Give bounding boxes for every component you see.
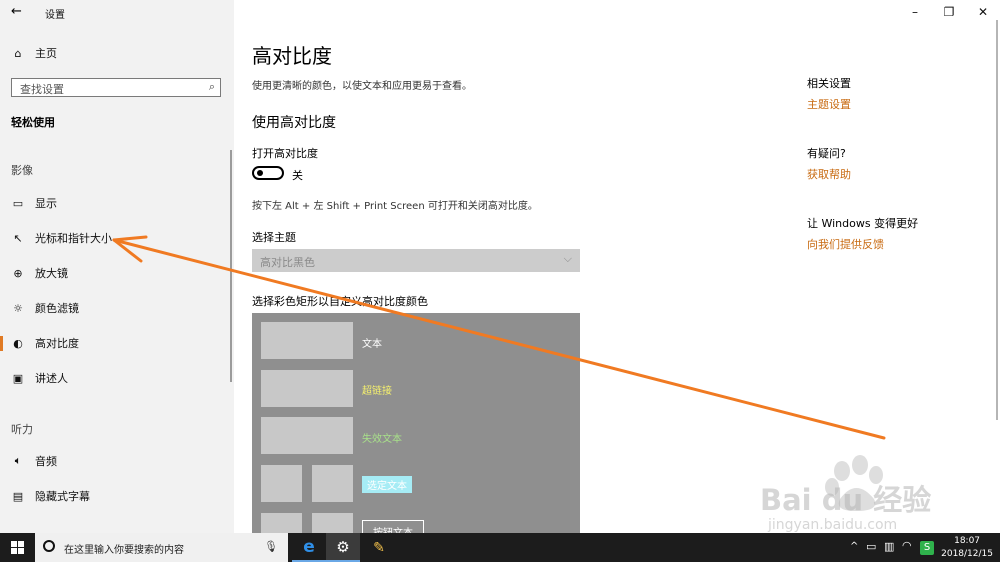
contrast-icon: ◐ — [13, 336, 23, 350]
swatch-button-fg[interactable] — [312, 513, 353, 533]
windows-start-icon[interactable] — [11, 541, 24, 554]
swatch-disabled-text[interactable] — [261, 417, 353, 454]
get-help-link[interactable]: 获取帮助 — [807, 166, 851, 182]
swatch-text[interactable] — [261, 322, 353, 359]
page-description: 使用更清晰的颜色，以使文本和应用更易于查看。 — [252, 81, 472, 92]
high-contrast-toggle[interactable] — [252, 166, 284, 180]
section-label-vision: 影像 — [11, 164, 33, 177]
microphone-icon[interactable]: 🎙︎ — [264, 540, 278, 553]
color-filter-icon: ☼ — [13, 301, 23, 315]
search-icon: ⌕ — [208, 80, 215, 93]
sidebar-item-label: 隐藏式字幕 — [35, 490, 90, 503]
palette-label: 选择彩色矩形以自定义高对比度颜色 — [252, 295, 428, 308]
taskbar: 在这里输入你要搜索的内容 🎙︎ e ⚙ ✎ ^ ▭ ▥ ◠ S 18:07 20… — [0, 533, 1000, 562]
improve-windows-title: 让 Windows 变得更好 — [807, 217, 919, 230]
feedback-link[interactable]: 向我们提供反馈 — [807, 236, 884, 252]
security-tray-icon[interactable]: S — [920, 541, 934, 555]
page-title: 高对比度 — [252, 44, 332, 68]
sidebar-item-narrator[interactable]: ▣ 讲述人 — [0, 361, 230, 395]
sidebar-item-magnifier[interactable]: ⊕ 放大镜 — [0, 256, 230, 290]
questions-title: 有疑问? — [807, 147, 846, 160]
tray-chevron-up-icon[interactable]: ^ — [850, 541, 858, 552]
sidebar-item-label: 显示 — [35, 197, 57, 210]
magnifier-icon: ⊕ — [13, 266, 23, 280]
palette-disabled-label: 失效文本 — [362, 434, 402, 445]
gear-icon: ⚙ — [336, 537, 350, 556]
home-icon: ⌂ — [14, 46, 22, 60]
swatch-selected-bg[interactable] — [261, 465, 302, 502]
swatch-hyperlink[interactable] — [261, 370, 353, 407]
toggle-state: 关 — [292, 169, 303, 182]
swatch-button-bg[interactable] — [261, 513, 302, 533]
palette-hyperlink-label: 超链接 — [362, 386, 392, 397]
sidebar-item-label: 光标和指针大小 — [35, 232, 112, 245]
section-title: 使用高对比度 — [252, 115, 336, 131]
toggle-knob — [257, 170, 263, 176]
section-label-hearing: 听力 — [11, 423, 33, 436]
wifi-icon[interactable]: ◠ — [902, 539, 912, 552]
color-palette: 文本 超链接 失效文本 选定文本 按钮文本 — [252, 313, 580, 533]
main-scrollbar[interactable] — [996, 20, 998, 420]
palette-text-label: 文本 — [362, 339, 382, 350]
clock-date: 2018/12/15 — [941, 549, 993, 559]
battery-icon[interactable]: ▭ — [866, 540, 876, 553]
restore-button[interactable]: ❐ — [932, 0, 966, 24]
cursor-icon: ↖ — [13, 231, 23, 245]
watermark-brand: Bai du 经验 — [760, 483, 932, 517]
shortcut-hint: 按下左 Alt + 左 Shift + Print Screen 可打开和关闭高… — [252, 201, 538, 212]
sidebar-item-high-contrast[interactable]: ◐ 高对比度 — [0, 326, 230, 360]
sidebar-item-label: 高对比度 — [35, 337, 79, 350]
palette-button-label: 按钮文本 — [362, 520, 424, 533]
back-arrow-icon[interactable]: ← — [11, 4, 22, 19]
captions-icon: ▤ — [12, 489, 24, 503]
sidebar-item-captions[interactable]: ▤ 隐藏式字幕 — [0, 479, 230, 513]
close-button[interactable]: ✕ — [966, 0, 1000, 24]
narrator-icon: ▣ — [12, 371, 24, 385]
sidebar-item-label: 放大镜 — [35, 267, 68, 280]
chevron-down-icon: ⌵ — [563, 252, 572, 265]
settings-taskbar-button[interactable]: ⚙ — [326, 533, 360, 562]
speaker-icon: 🔈︎ — [14, 454, 22, 467]
taskbar-search-box[interactable]: 在这里输入你要搜索的内容 🎙︎ — [35, 533, 288, 562]
related-settings-title: 相关设置 — [807, 77, 851, 90]
clock-time: 18:07 — [954, 536, 981, 546]
network-icon[interactable]: ▥ — [884, 540, 894, 553]
category-title: 轻松使用 — [11, 116, 55, 129]
theme-select[interactable]: 高对比黑色 ⌵ — [252, 249, 580, 272]
window-title: 设置 — [45, 10, 65, 21]
sidebar-item-label: 主页 — [35, 47, 57, 60]
palette-selected-label: 选定文本 — [362, 476, 412, 493]
swatch-selected-fg[interactable] — [312, 465, 353, 502]
sidebar-item-home[interactable]: ⌂ 主页 — [0, 36, 230, 70]
taskbar-clock[interactable]: 18:07 2018/12/15 — [941, 535, 993, 561]
edge-taskbar-button[interactable]: e — [292, 533, 326, 562]
watermark-url: jingyan.baidu.com — [768, 517, 898, 533]
minimize-button[interactable]: – — [898, 0, 932, 24]
theme-settings-link[interactable]: 主题设置 — [807, 96, 851, 112]
monitor-icon: ▭ — [12, 196, 24, 210]
sidebar-item-display[interactable]: ▭ 显示 — [0, 186, 230, 220]
sidebar-scrollbar[interactable] — [230, 150, 232, 382]
sidebar: ← 设置 ⌂ 主页 查找设置 ⌕ 轻松使用 影像 ▭ 显示 ↖ 光标和指针大小 … — [0, 0, 234, 533]
edge-icon: e — [303, 536, 315, 557]
paint-icon: ✎ — [373, 539, 385, 556]
theme-label: 选择主题 — [252, 231, 296, 244]
sidebar-item-label: 讲述人 — [35, 372, 68, 385]
sidebar-item-label: 音频 — [35, 455, 57, 468]
sidebar-item-audio[interactable]: 🔈︎ 音频 — [0, 444, 230, 478]
sidebar-item-cursor[interactable]: ↖ 光标和指针大小 — [0, 221, 230, 255]
toggle-label: 打开高对比度 — [252, 147, 318, 160]
settings-search-input[interactable]: 查找设置 ⌕ — [11, 78, 221, 97]
sidebar-item-label: 颜色滤镜 — [35, 302, 79, 315]
cortana-icon — [43, 540, 55, 552]
sidebar-item-color-filter[interactable]: ☼ 颜色滤镜 — [0, 291, 230, 325]
paint-taskbar-button[interactable]: ✎ — [362, 533, 396, 562]
